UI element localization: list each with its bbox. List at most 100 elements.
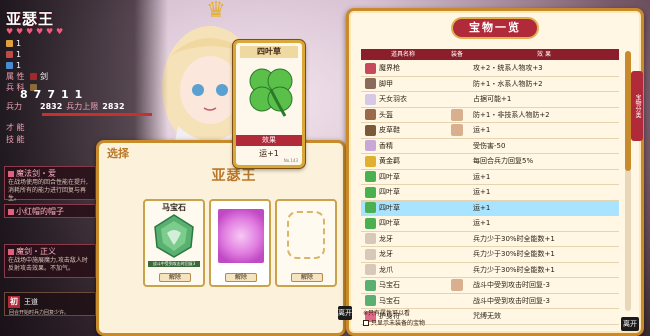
item-effect: 受伤害-50 (473, 141, 506, 150)
item-name: 马宝石 (379, 281, 400, 290)
item-effect: 运+1 (473, 219, 491, 228)
hp-value: 2832 (40, 102, 63, 111)
treasure-row[interactable]: 四叶草 运+1 (361, 170, 619, 185)
unequip-button[interactable]: 解除 (159, 273, 191, 282)
item-icon (365, 202, 376, 214)
skill-box-3[interactable]: 魔剑・正义 在战场中施展魔力,攻击敌人时反射攻击效果。不加气。 (4, 244, 96, 278)
hp-max-label: 兵力上限 (66, 102, 99, 111)
item-icon (365, 264, 376, 276)
item-card-number: No.143 (283, 158, 298, 163)
crown-icon: ♛ (206, 0, 226, 23)
treasure-row[interactable]: 四叶草 运+1 (361, 185, 619, 201)
equipped-hero-portrait (451, 108, 463, 121)
treasure-row[interactable]: 四叶草 运+1 (361, 200, 619, 216)
slot-desc: 战斗中受到攻击时回复3 (148, 261, 200, 267)
skill3-title: 魔剑・正义 (16, 247, 56, 256)
equip-cell (445, 155, 469, 168)
item-icon (365, 248, 376, 260)
slot-name: 马宝石 (162, 203, 186, 212)
item-name: 四叶草 (379, 219, 400, 228)
item-effect: 兵力少于30%时全能数+1 (473, 250, 555, 259)
heart-icon: ♥ (46, 27, 54, 36)
treasure-list-header: 道具名称 装备 效 果 (361, 49, 619, 60)
equip-slot-3[interactable]: 解除 (275, 199, 337, 287)
item-effect: 攻+2・统系人物攻+3 (473, 64, 543, 73)
hp-section: 兵力 2832 兵力上限 2832 才 能 技 能 (6, 95, 156, 145)
item-name: 四叶草 (379, 188, 400, 197)
hp-line: 兵力 2832 兵力上限 2832 (6, 101, 156, 112)
item-effect: 运+1 (473, 188, 491, 197)
skill1-title: 魔法剑・爱 (16, 169, 56, 178)
skill-icon (8, 248, 14, 255)
treasure-row[interactable]: 魔界枪 攻+2・统系人物攻+3 (361, 61, 619, 77)
skill-head: 魔法剑・爱 (8, 168, 92, 179)
equip-slot-2[interactable]: 解除 (209, 199, 271, 287)
treasure-row[interactable]: 四叶草 运+1 (361, 216, 619, 232)
item-name: 脚甲 (379, 79, 393, 88)
treasure-list-title: 宝物一览 (453, 19, 537, 37)
stat-value: 1 (16, 50, 22, 59)
equipped-hero-portrait (451, 124, 463, 137)
item-name: 头盔 (379, 110, 393, 119)
attr-label: 属 性 (6, 72, 25, 81)
skill-icon (8, 170, 14, 177)
kingdom-sub: 回合开始时兵力回复少许。 (9, 310, 70, 316)
header-effect: 效 果 (537, 51, 551, 58)
filter-checkbox[interactable] (363, 319, 369, 326)
item-icon (365, 124, 376, 136)
equip-slots: 马宝石 战斗中受到攻击时回复3 解除 解除 解除 (143, 199, 337, 287)
skill1-desc: 在战场使用的回合性能在提升,消耗所有的能力进行回复与再生。 (8, 179, 88, 202)
shield-icon (6, 62, 13, 69)
item-card-effect-label: 效果 (236, 135, 302, 146)
treasure-row[interactable]: 黄金羁 每回合兵力回复5% (361, 154, 619, 170)
equip-cell (445, 217, 469, 230)
hero-name: 亚瑟王 (6, 10, 55, 28)
item-icon (365, 62, 376, 74)
treasure-row[interactable]: 头盔 防+1・非技系人物防+2 (361, 108, 619, 123)
item-icon (365, 78, 376, 90)
treasure-row[interactable]: 香精 受伤害-50 (361, 139, 619, 154)
treasure-row[interactable]: 龙牙 兵力少于30%时全能数+1 (361, 232, 619, 247)
treasure-row[interactable]: 皮草鞋 运+1 (361, 123, 619, 139)
treasure-row[interactable]: 龙牙 兵力少于30%时全能数+1 (361, 247, 619, 263)
side-tab[interactable]: 宝物分类 (631, 71, 643, 141)
hp-bar (42, 113, 152, 116)
equip-cell (445, 263, 469, 276)
heart-icon: ♥ (36, 27, 44, 36)
stat-value: 1 (16, 39, 22, 48)
item-effect: 运+1 (473, 172, 491, 181)
item-name: 四叶草 (379, 172, 400, 181)
equip-cell (445, 108, 469, 121)
skill-box-2[interactable]: 小红帽的帽子 (4, 204, 96, 218)
equip-cell (445, 232, 469, 245)
equip-cell (445, 124, 469, 137)
close-button-left[interactable]: 离开 (338, 306, 352, 320)
treasure-list-rows: 魔界枪 攻+2・统系人物攻+3 脚甲 防+1・水系人物防+2 天女羽衣 占据可能+1 头盔 防… (361, 61, 619, 325)
equip-slot-1[interactable]: 马宝石 战斗中受到攻击时回复3 解除 (143, 199, 205, 287)
equip-cell (445, 170, 469, 183)
skill-box-1[interactable]: 魔法剑・爱 在战场使用的回合性能在提升,消耗所有的能力进行回复与再生。 (4, 166, 96, 202)
close-button[interactable]: 离开 (621, 317, 639, 331)
item-effect: 运+1 (473, 126, 491, 135)
item-icon (365, 109, 376, 121)
filter-checkbox-row[interactable]: 只显示未装备的宝物 (363, 318, 425, 327)
treasure-row[interactable]: 天女羽衣 占据可能+1 (361, 92, 619, 108)
item-effect: 防+1・水系人物防+2 (473, 79, 543, 88)
treasure-row[interactable]: 脚甲 防+1・水系人物防+2 (361, 77, 619, 92)
treasure-row[interactable]: 马宝石 战斗中受到攻击时回复-3 (361, 294, 619, 309)
footer-note: ※只有属性可以看 (363, 310, 411, 317)
item-name: 龙牙 (379, 234, 393, 243)
unequip-button[interactable]: 解除 (291, 273, 323, 282)
unequip-button[interactable]: 解除 (225, 273, 257, 282)
treasure-row[interactable]: 马宝石 战斗中受到攻击时回复-3 (361, 278, 619, 294)
hp-label: 兵力 (6, 102, 22, 111)
heart-icon: ♥ (56, 27, 64, 36)
heart-icon (6, 51, 13, 58)
equip-cell (445, 62, 469, 75)
stat-row: 1 (6, 38, 156, 49)
item-effect: 兵力少于30%时全能数+1 (473, 265, 555, 274)
treasure-row[interactable]: 龙爪 兵力少于30%时全能数+1 (361, 263, 619, 278)
skill-head: 小红帽的帽子 (8, 206, 92, 217)
gem-icon (154, 214, 194, 258)
item-icon (365, 93, 376, 105)
